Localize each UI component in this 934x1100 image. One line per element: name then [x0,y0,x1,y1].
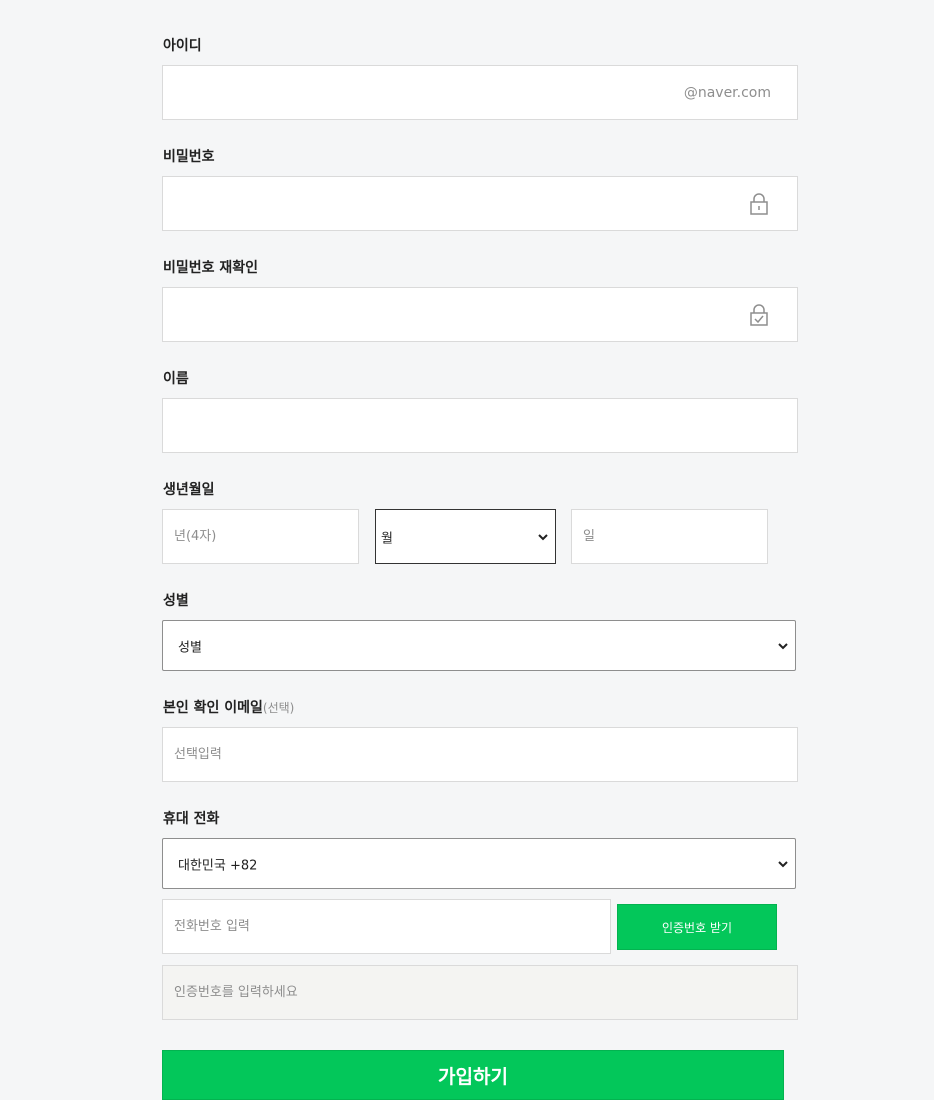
email-input[interactable] [163,728,797,781]
gender-label: 성별 [163,593,189,609]
lock-check-icon [750,303,768,326]
birth-label: 생년월일 [163,482,215,498]
birth-day-field[interactable] [571,509,768,564]
phone-country-value: 대한민국 +82 [178,858,258,873]
password-field[interactable] [162,176,798,231]
password-label: 비밀번호 [163,149,215,165]
chevron-down-icon [538,533,548,540]
birth-day-input[interactable] [572,510,767,563]
chevron-down-icon [778,642,788,649]
signup-button[interactable]: 가입하기 [162,1050,784,1100]
birth-month-select[interactable]: 월 [375,509,556,564]
gender-value: 성별 [178,640,202,655]
birth-year-input[interactable] [163,510,358,563]
name-label: 이름 [163,371,189,387]
name-field[interactable] [162,398,798,453]
password-input[interactable] [163,177,797,230]
id-label: 아이디 [163,38,202,54]
password-confirm-label: 비밀번호 재확인 [163,260,259,276]
password-confirm-field[interactable] [162,287,798,342]
email-label-text: 본인 확인 이메일 [163,700,263,716]
phone-number-field[interactable] [162,899,611,954]
phone-label: 휴대 전화 [163,811,220,827]
verification-code-input[interactable] [163,966,797,1019]
lock-icon [750,192,768,215]
id-field[interactable]: @naver.com [162,65,798,120]
verification-code-field[interactable] [162,965,798,1020]
id-domain-suffix: @naver.com [683,84,771,101]
gender-select[interactable]: 성별 [162,620,796,671]
phone-country-select[interactable]: 대한민국 +82 [162,838,796,889]
chevron-down-icon [778,860,788,867]
email-optional-text: (선택) [262,701,295,715]
birth-year-field[interactable] [162,509,359,564]
request-verification-button[interactable]: 인증번호 받기 [617,904,777,950]
birth-month-value: 월 [381,531,393,546]
phone-number-input[interactable] [163,900,610,953]
email-label: 본인 확인 이메일(선택) [163,699,294,717]
name-input[interactable] [163,399,797,452]
password-confirm-input[interactable] [163,288,797,341]
email-field[interactable] [162,727,798,782]
